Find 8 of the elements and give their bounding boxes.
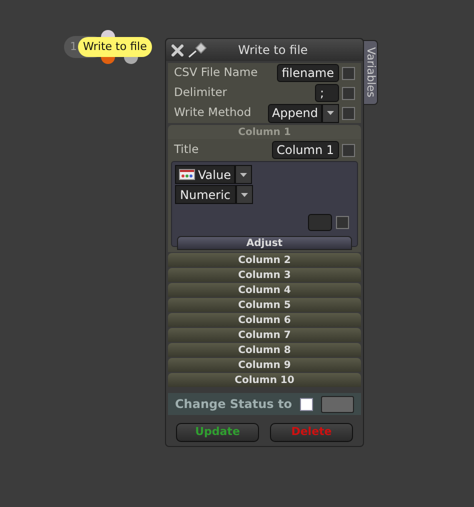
field-label: Delimiter [174,84,228,102]
field-label: CSV File Name [174,64,259,82]
field-label: Title [174,141,200,158]
field-label: Write Method [174,104,252,122]
node-tooltip: Write to file [78,37,152,57]
node-number: 1 [70,38,77,55]
status-label: Change Status to [175,396,292,413]
panel-title: Write to file [237,42,309,59]
